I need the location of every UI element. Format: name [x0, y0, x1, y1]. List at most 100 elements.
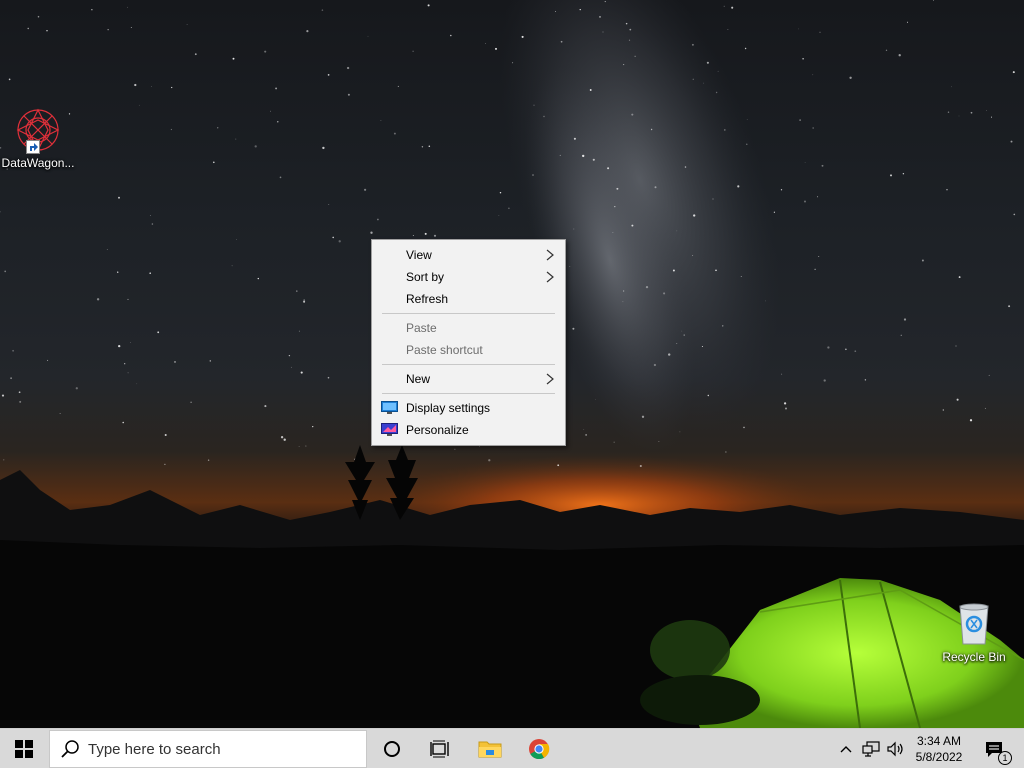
- star: [236, 239, 238, 240]
- star: [59, 412, 61, 414]
- star: [194, 53, 197, 56]
- menu-item-personalize[interactable]: Personalize: [372, 419, 565, 441]
- volume-button[interactable]: [884, 729, 908, 768]
- star: [1013, 213, 1016, 216]
- star: [740, 275, 742, 278]
- menu-item-display-settings[interactable]: Display settings: [372, 397, 565, 419]
- star: [532, 174, 534, 176]
- desktop[interactable]: DataWagon... Recycle Bin View Sort by Re…: [0, 0, 1024, 728]
- star: [254, 145, 257, 148]
- desktop-icon-datawagon[interactable]: DataWagon...: [0, 106, 76, 170]
- star: [970, 111, 973, 114]
- star: [628, 39, 631, 41]
- chrome-button[interactable]: [518, 729, 560, 768]
- star: [393, 132, 396, 135]
- star: [639, 464, 642, 468]
- star: [138, 104, 140, 106]
- star: [264, 405, 267, 408]
- star: [744, 47, 747, 50]
- star: [171, 86, 173, 89]
- star: [118, 344, 121, 348]
- taskbar: Type here to search 3:34 AM 5/8/2022 1: [0, 728, 1024, 768]
- star: [499, 191, 502, 194]
- star: [424, 232, 427, 235]
- desktop-icon-label: Recycle Bin: [942, 650, 1006, 664]
- star: [622, 301, 624, 303]
- star: [885, 49, 888, 51]
- star: [849, 76, 852, 79]
- star: [625, 22, 628, 25]
- file-explorer-button[interactable]: [469, 729, 511, 768]
- start-button[interactable]: [0, 729, 48, 768]
- display-settings-icon: [381, 401, 398, 414]
- shortcut-arrow-icon: [26, 140, 40, 154]
- desktop-icon-recycle-bin[interactable]: Recycle Bin: [936, 600, 1012, 664]
- star: [818, 255, 820, 258]
- star: [986, 110, 987, 111]
- desktop-context-menu: View Sort by Refresh Paste Paste shortcu…: [371, 239, 566, 446]
- star: [377, 218, 379, 221]
- star: [136, 383, 138, 385]
- network-button[interactable]: [858, 729, 884, 768]
- search-icon: [61, 740, 79, 758]
- show-hidden-icons-button[interactable]: [836, 729, 856, 768]
- star: [134, 83, 137, 87]
- cortana-button[interactable]: [372, 729, 412, 768]
- star: [370, 231, 373, 234]
- star: [799, 119, 801, 121]
- star: [12, 349, 14, 352]
- star: [288, 354, 291, 357]
- star: [715, 91, 718, 94]
- star: [508, 207, 510, 210]
- action-center-button[interactable]: 1: [974, 729, 1014, 768]
- star: [217, 127, 219, 129]
- star: [46, 29, 48, 32]
- star: [91, 9, 93, 11]
- star: [898, 54, 901, 57]
- star: [631, 224, 634, 227]
- star: [663, 292, 666, 295]
- star: [984, 407, 986, 409]
- star: [592, 158, 595, 161]
- star: [312, 425, 314, 428]
- star: [629, 28, 632, 31]
- menu-item-sort-by[interactable]: Sort by: [372, 266, 565, 288]
- star: [290, 366, 292, 368]
- chrome-icon: [529, 739, 550, 760]
- star: [367, 35, 369, 37]
- star: [75, 387, 78, 390]
- star: [701, 345, 703, 348]
- star: [604, 1, 606, 3]
- star: [149, 272, 151, 274]
- star: [692, 254, 694, 257]
- star: [157, 331, 160, 334]
- star: [450, 34, 452, 37]
- windows-logo-icon: [15, 740, 33, 758]
- taskbar-clock[interactable]: 3:34 AM 5/8/2022: [908, 729, 970, 768]
- taskbar-search-box[interactable]: Type here to search: [49, 730, 367, 768]
- star: [681, 330, 683, 332]
- star: [428, 145, 431, 147]
- menu-item-paste: Paste: [372, 317, 565, 339]
- star: [703, 82, 705, 84]
- star: [614, 205, 616, 208]
- star: [569, 266, 571, 268]
- star: [958, 115, 960, 117]
- star: [616, 187, 619, 190]
- menu-item-new[interactable]: New: [372, 368, 565, 390]
- menu-item-view[interactable]: View: [372, 244, 565, 266]
- star: [991, 116, 992, 118]
- task-view-button[interactable]: [420, 729, 460, 768]
- star: [305, 445, 307, 447]
- star: [512, 62, 514, 64]
- star: [658, 441, 660, 442]
- star: [346, 66, 350, 70]
- star: [907, 21, 908, 23]
- star: [817, 196, 819, 198]
- star: [903, 318, 907, 321]
- menu-item-refresh[interactable]: Refresh: [372, 288, 565, 310]
- star: [645, 285, 649, 289]
- menu-separator: [382, 313, 555, 314]
- star: [421, 146, 424, 148]
- star: [27, 27, 29, 30]
